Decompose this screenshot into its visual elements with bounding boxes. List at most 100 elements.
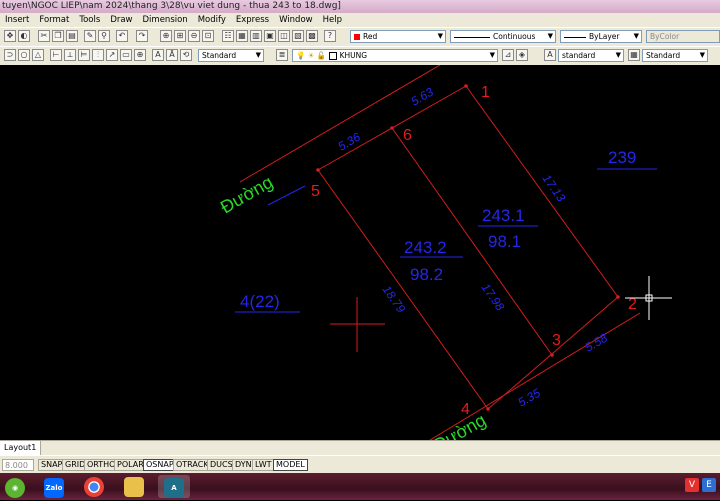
point-dot-2	[616, 295, 620, 299]
triangle-icon[interactable]: △	[32, 49, 44, 61]
standard-toolbar: ✥ ◐ ✂ ❐ ▤ ✎ ⚲ ↶ ↷ ⊕ ⊞ ⊖ ⊡ ☷ ▦ ▥ ▣ ◫ ▧ ▩ …	[0, 27, 720, 47]
color-value: Red	[363, 32, 378, 41]
chevron-down-icon: ▼	[699, 51, 705, 59]
menu-modify[interactable]: Modify	[193, 13, 231, 27]
linetype-dropdown[interactable]: Continuous ▼	[450, 30, 556, 43]
model-toggle[interactable]: MODEL	[273, 459, 308, 471]
point-label-2: 2	[628, 296, 637, 313]
point-label-6: 6	[403, 127, 412, 144]
center-mark-icon[interactable]: ⊕	[134, 49, 146, 61]
crosshair-cursor-icon	[625, 276, 672, 320]
menu-insert[interactable]: Insert	[0, 13, 34, 27]
dim-aligned-icon[interactable]: ⟂	[64, 49, 76, 61]
pan-icon[interactable]: ✥	[4, 30, 16, 42]
text-style-dropdown[interactable]: Standard ▼	[198, 49, 264, 62]
undo-icon[interactable]: ↶	[116, 30, 128, 42]
taskbar-zalo[interactable]: Zalo	[38, 475, 70, 498]
plotstyle-dropdown[interactable]: ByColor	[646, 30, 720, 43]
dim-5-58: 5.58	[583, 331, 611, 355]
chrome-icon	[84, 477, 104, 497]
chevron-down-icon: ▼	[615, 51, 621, 59]
lineweight-value: ByLayer	[589, 32, 620, 41]
matchprop-icon[interactable]: ⚲	[98, 30, 110, 42]
layer-manager-icon[interactable]: ≣	[276, 49, 288, 61]
leader-icon[interactable]: ↗	[106, 49, 118, 61]
design-center-icon[interactable]: ▦	[236, 30, 248, 42]
sheet-set-icon[interactable]: ▣	[264, 30, 276, 42]
point-dot-3	[550, 353, 554, 357]
taskbar-autocad[interactable]: A	[158, 475, 190, 498]
point-label-1: 1	[481, 84, 490, 101]
polar-toggle[interactable]: POLAR	[114, 459, 147, 471]
boundary-5-4	[317, 169, 489, 410]
tray-icon-v[interactable]: V	[685, 478, 699, 492]
table-style-icon[interactable]: ▦	[628, 49, 640, 61]
menu-tools[interactable]: Tools	[74, 13, 105, 27]
taskbar-file-explorer[interactable]	[118, 475, 150, 498]
menu-help[interactable]: Help	[318, 13, 347, 27]
drawing-canvas[interactable]: 1 2 3 4 5 6 239 4(22) 243.1 98.1 243.2 9…	[0, 65, 720, 440]
start-button[interactable]: ◉	[2, 475, 28, 498]
menu-format[interactable]: Format	[34, 13, 74, 27]
zoom-window-icon[interactable]: ⊞	[174, 30, 186, 42]
match-icon[interactable]: ◐	[18, 30, 30, 42]
copy-icon[interactable]: ❐	[52, 30, 64, 42]
color-dropdown[interactable]: Red ▼	[350, 30, 446, 43]
cut-icon[interactable]: ✂	[38, 30, 50, 42]
tolerance-icon[interactable]: ▭	[120, 49, 132, 61]
otrack-toggle[interactable]: OTRACK	[173, 459, 212, 471]
circle-icon[interactable]: ○	[18, 49, 30, 61]
table-style-dropdown[interactable]: Standard ▼	[642, 49, 708, 62]
tool-palettes-icon[interactable]: ▥	[250, 30, 262, 42]
parcel-422-label: 4(22)	[240, 292, 280, 311]
tray-icon-e[interactable]: E	[702, 478, 716, 492]
window-title: tuyen\NGOC LIEP\nam 2024\thang 3\28\vu v…	[0, 0, 720, 13]
zoom-extents-icon[interactable]: ⊡	[202, 30, 214, 42]
dim-style-icon[interactable]: A	[544, 49, 556, 61]
layer-value: KHUNG	[339, 51, 368, 60]
properties-icon[interactable]: ☷	[222, 30, 234, 42]
zoom-previous-icon[interactable]: ⊖	[188, 30, 200, 42]
help-icon[interactable]: ?	[324, 30, 336, 42]
chevron-down-icon: ▼	[547, 32, 553, 40]
taskbar-chrome[interactable]	[78, 475, 110, 498]
menu-express[interactable]: Express	[231, 13, 274, 27]
tab-layout1[interactable]: Layout1	[0, 441, 42, 455]
point-dot-6	[390, 126, 394, 130]
folder-icon	[124, 477, 144, 497]
chevron-down-icon: ▼	[489, 51, 495, 59]
parcel-2432-area: 98.2	[410, 265, 443, 284]
osnap-toggle[interactable]: OSNAP	[143, 459, 177, 471]
dim-continue-icon[interactable]: ⫶	[92, 49, 104, 61]
layer-previous-icon[interactable]: ◈	[516, 49, 528, 61]
table-style-value: Standard	[646, 51, 681, 60]
dim-baseline-icon[interactable]: ⊨	[78, 49, 90, 61]
coordinate-readout: 8.000	[2, 459, 34, 471]
chevron-down-icon: ▼	[633, 32, 639, 40]
dim-style-dropdown[interactable]: standard ▼	[558, 49, 624, 62]
make-current-icon[interactable]: ⊿	[502, 49, 514, 61]
layer-dropdown[interactable]: 💡 ☀ 🔓 KHUNG ▼	[292, 49, 498, 62]
color-swatch-icon	[354, 34, 360, 40]
dim-linear-icon[interactable]: ⊢	[50, 49, 62, 61]
menu-window[interactable]: Window	[274, 13, 318, 27]
calculator-icon[interactable]: ▩	[306, 30, 318, 42]
dim-edit-icon[interactable]: Ā	[166, 49, 178, 61]
menu-draw[interactable]: Draw	[105, 13, 137, 27]
paste-icon[interactable]: ▤	[66, 30, 78, 42]
redo-icon[interactable]: ↷	[136, 30, 148, 42]
dim-18-79: 18.79	[380, 283, 409, 316]
brush-icon[interactable]: ✎	[84, 30, 96, 42]
zoom-realtime-icon[interactable]: ⊕	[160, 30, 172, 42]
dbconnect-icon[interactable]: ▧	[292, 30, 304, 42]
markup-icon[interactable]: ◫	[278, 30, 290, 42]
menu-dimension[interactable]: Dimension	[138, 13, 193, 27]
dim-update-icon[interactable]: ⟲	[180, 49, 192, 61]
lineweight-dropdown[interactable]: ByLayer ▼	[560, 30, 642, 43]
chevron-down-icon: ▼	[255, 51, 261, 59]
arc-icon[interactable]: ⊃	[4, 49, 16, 61]
drawing-svg: 1 2 3 4 5 6 239 4(22) 243.1 98.1 243.2 9…	[217, 65, 672, 440]
lwt-toggle[interactable]: LWT	[252, 459, 275, 471]
text-style-icon[interactable]: A	[152, 49, 164, 61]
zalo-icon: Zalo	[44, 478, 64, 498]
